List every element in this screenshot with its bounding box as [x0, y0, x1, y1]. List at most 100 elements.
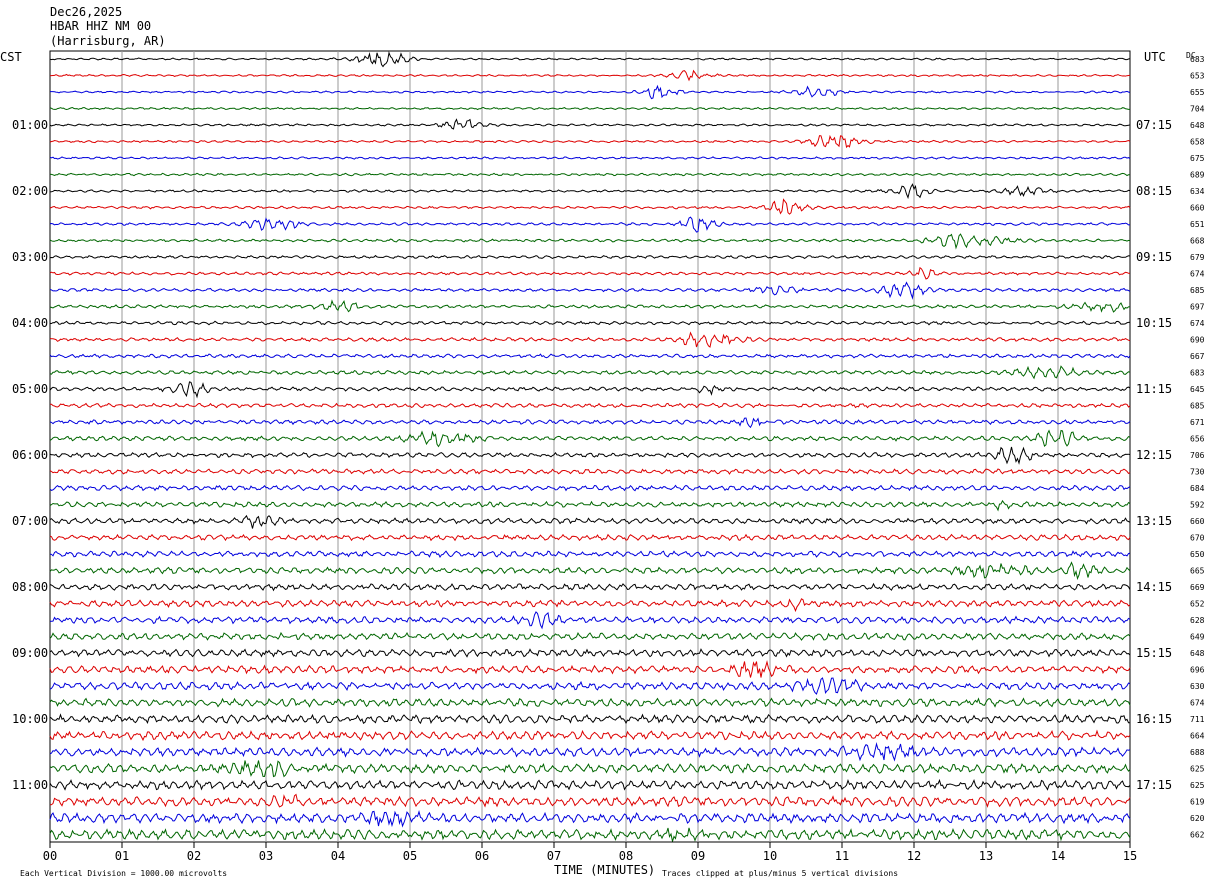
right-hour-label: 16:15: [1136, 712, 1172, 726]
dc-offset-label: 645: [1190, 385, 1205, 394]
x-tick-label: 01: [115, 849, 129, 863]
x-tick-label: 08: [619, 849, 633, 863]
trace-line: [49, 266, 1131, 280]
left-hour-label: 05:00: [12, 382, 48, 396]
trace-line: [49, 514, 1131, 529]
trace-line: [49, 713, 1130, 725]
trace-line: [49, 550, 1131, 558]
trace-line: [49, 134, 1131, 149]
dc-offset-label: 706: [1190, 451, 1205, 460]
left-hour-label: 10:00: [12, 712, 48, 726]
trace-line: [49, 50, 1131, 68]
trace-line: [49, 660, 1131, 678]
footer-scale-note: Each Vertical Division = 1000.00 microvo…: [20, 869, 227, 878]
x-tick-label: 09: [691, 849, 705, 863]
left-hour-label: 03:00: [12, 250, 48, 264]
dc-offset-label: 660: [1190, 204, 1205, 213]
dc-offset-label: 620: [1190, 814, 1205, 823]
left-hour-label: 09:00: [12, 646, 48, 660]
footer-clip-note: Traces clipped at plus/minus 5 vertical …: [662, 869, 898, 878]
label-layer: Dec26,2025 HBAR HHZ NM 00 (Harrisburg, A…: [0, 5, 1205, 878]
left-hour-label: 11:00: [12, 778, 48, 792]
dc-offset-label: 625: [1190, 781, 1205, 790]
trace-line: [49, 697, 1131, 708]
dc-offset-label: 656: [1190, 435, 1205, 444]
trace-line: [49, 677, 1131, 695]
x-tick-label: 03: [259, 849, 273, 863]
trace-line: [49, 331, 1131, 348]
dc-offset-label: 674: [1190, 699, 1205, 708]
x-tick-label: 14: [1051, 849, 1065, 863]
right-hour-label: 12:15: [1136, 448, 1172, 462]
left-hour-label: 07:00: [12, 514, 48, 528]
trace-line: [49, 118, 1131, 130]
trace-line: [49, 793, 1131, 808]
dc-offset-label: 697: [1190, 303, 1205, 312]
dc-offset-label: 684: [1190, 484, 1205, 493]
dc-offset-label: 689: [1190, 171, 1205, 180]
x-tick-label: 00: [43, 849, 57, 863]
dc-offset-label: 685: [1190, 286, 1205, 295]
right-hour-label: 17:15: [1136, 778, 1172, 792]
grid-layer: [49, 50, 1131, 848]
dc-offset-label: 650: [1190, 550, 1205, 559]
dc-offset-label: 704: [1190, 105, 1205, 114]
trace-layer: [49, 50, 1131, 842]
dc-offset-label: 671: [1190, 418, 1205, 427]
dc-offset-label: 679: [1190, 253, 1205, 262]
trace-line: [49, 598, 1131, 613]
trace-line: [49, 381, 1131, 399]
right-hour-label: 15:15: [1136, 646, 1172, 660]
dc-offset-label: 685: [1190, 402, 1205, 411]
trace-line: [49, 499, 1131, 512]
x-tick-label: 11: [835, 849, 849, 863]
trace-line: [49, 429, 1131, 448]
trace-line: [49, 827, 1131, 842]
trace-line: [49, 810, 1131, 828]
trace-line: [49, 631, 1131, 641]
trace-line: [49, 446, 1131, 465]
dc-offset-label: 651: [1190, 220, 1205, 229]
dc-offset-label: 667: [1190, 352, 1205, 361]
left-hour-label: 04:00: [12, 316, 48, 330]
chart-title: Dec26,2025: [50, 5, 122, 19]
right-hour-label: 08:15: [1136, 184, 1172, 198]
left-hour-label: 08:00: [12, 580, 48, 594]
x-tick-label: 02: [187, 849, 201, 863]
trace-line: [49, 281, 1131, 300]
trace-line: [49, 320, 1131, 326]
dc-offset-label: 683: [1190, 369, 1205, 378]
dc-offset-label: 711: [1190, 715, 1205, 724]
trace-line: [49, 742, 1131, 762]
dc-offset-label: 688: [1190, 748, 1205, 757]
dc-offset-label: 592: [1190, 501, 1205, 510]
dc-offset-label: 690: [1190, 336, 1205, 345]
trace-line: [50, 402, 1131, 409]
dc-offset-label: 634: [1190, 187, 1205, 196]
x-tick-label: 05: [403, 849, 417, 863]
trace-line: [49, 561, 1131, 581]
dc-offset-label: 730: [1190, 468, 1205, 477]
dc-offset-label: 652: [1190, 600, 1205, 609]
right-timezone-label: UTC: [1144, 50, 1166, 64]
left-timezone-label: CST: [0, 50, 22, 64]
x-axis-label: TIME (MINUTES): [554, 863, 655, 877]
trace-line: [49, 648, 1131, 658]
right-hour-label: 07:15: [1136, 118, 1172, 132]
trace-line: [49, 365, 1131, 380]
trace-line: [49, 417, 1131, 429]
dc-offset-label: 669: [1190, 583, 1205, 592]
dc-offset-label: 655: [1190, 88, 1205, 97]
trace-line: [49, 233, 1131, 250]
trace-line: [49, 760, 1131, 778]
trace-line: [49, 611, 1131, 630]
dc-offset-label: 658: [1190, 138, 1205, 147]
dc-offset-label: 660: [1190, 517, 1205, 526]
trace-line: [49, 198, 1131, 215]
dc-offset-label: 662: [1190, 831, 1205, 840]
dc-offset-label: 619: [1190, 798, 1205, 807]
trace-line: [49, 156, 1131, 160]
right-hour-label: 09:15: [1136, 250, 1172, 264]
trace-line: [49, 69, 1131, 82]
x-tick-label: 06: [475, 849, 489, 863]
